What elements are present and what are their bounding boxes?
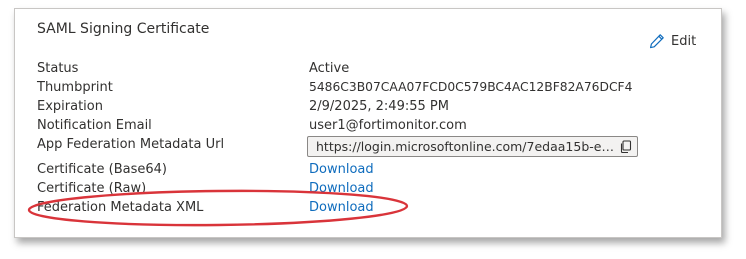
federation-metadata-url-field[interactable]: https://login.microsoftonline.com/7edaa1… — [307, 136, 638, 157]
expiration-value: 2/9/2025, 2:49:55 PM — [309, 99, 449, 114]
federation-metadata-xml-label: Federation Metadata XML — [37, 200, 204, 215]
pencil-icon — [649, 33, 665, 49]
certificate-raw-download-link[interactable]: Download — [309, 179, 374, 198]
status-value: Active — [309, 61, 350, 76]
thumbprint-label: Thumbprint — [37, 80, 113, 95]
certificate-base64-label: Certificate (Base64) — [37, 162, 167, 177]
federation-metadata-xml-download-link[interactable]: Download — [309, 198, 374, 217]
status-label: Status — [37, 61, 79, 76]
edit-button[interactable]: Edit — [649, 31, 696, 51]
notification-email-value: user1@fortimonitor.com — [309, 118, 467, 133]
copy-icon[interactable] — [619, 140, 632, 156]
expiration-label: Expiration — [37, 99, 103, 114]
certificate-base64-download-link[interactable]: Download — [309, 160, 374, 179]
federation-metadata-url-value: https://login.microsoftonline.com/7edaa1… — [316, 139, 616, 154]
federation-metadata-url-label: App Federation Metadata Url — [37, 137, 225, 152]
notification-email-label: Notification Email — [37, 118, 152, 133]
saml-signing-certificate-card: SAML Signing Certificate Edit Status Act… — [14, 8, 722, 238]
edit-label: Edit — [671, 33, 697, 49]
certificate-raw-label: Certificate (Raw) — [37, 181, 147, 196]
card-title: SAML Signing Certificate — [37, 21, 210, 37]
thumbprint-value: 5486C3B07CAA07FCD0C579BC4AC12BF82A76DCF4 — [309, 80, 633, 94]
